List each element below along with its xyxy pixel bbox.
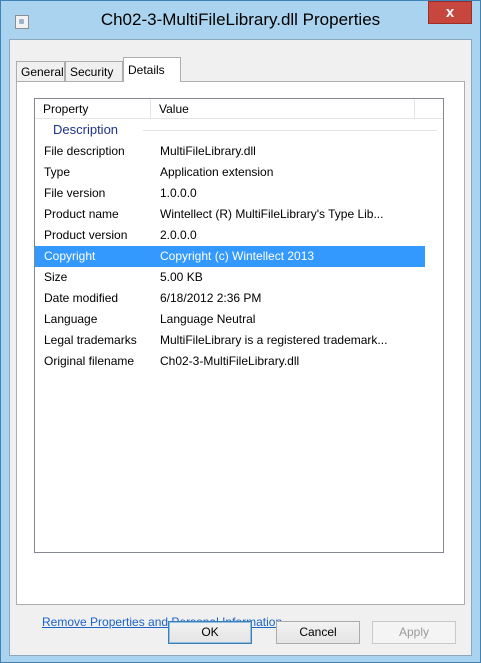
cancel-button[interactable]: Cancel (276, 621, 360, 644)
window-title: Ch02-3-MultiFileLibrary.dll Properties (100, 10, 381, 29)
list-row[interactable]: Product name Wintellect (R) MultiFileLib… (35, 204, 425, 225)
property-name: File version (44, 186, 106, 200)
property-value: Application extension (160, 165, 274, 179)
ok-button[interactable]: OK (168, 621, 252, 644)
group-label: Description (53, 122, 119, 137)
property-value: Language Neutral (160, 312, 256, 326)
properties-dialog: Ch02-3-MultiFileLibrary.dll Properties x… (0, 0, 481, 663)
list-header: Property Value (35, 99, 443, 119)
property-name: File description (44, 144, 125, 158)
property-value: 1.0.0.0 (160, 186, 197, 200)
list-row[interactable]: Original filename Ch02-3-MultiFileLibrar… (35, 351, 425, 372)
property-value: Wintellect (R) MultiFileLibrary's Type L… (160, 207, 384, 221)
details-list[interactable]: Property Value Description File descript… (34, 98, 444, 553)
tab-general[interactable]: General (16, 61, 65, 81)
property-name: Size (44, 270, 68, 284)
property-value: 5.00 KB (160, 270, 203, 284)
column-header-filler (415, 99, 443, 119)
details-panel: Property Value Description File descript… (16, 81, 465, 629)
property-value: Ch02-3-MultiFileLibrary.dll (160, 354, 300, 368)
list-row-selected[interactable]: Copyright Copyright (c) Wintellect 2013 (35, 246, 425, 267)
list-row[interactable]: Legal trademarks MultiFileLibrary is a r… (35, 330, 425, 351)
property-value: MultiFileLibrary.dll (160, 144, 256, 158)
property-name: Copyright (44, 249, 96, 263)
list-row[interactable]: Date modified 6/18/2012 2:36 PM (35, 288, 425, 309)
list-row[interactable]: Size 5.00 KB (35, 267, 425, 288)
apply-button[interactable]: Apply (372, 621, 456, 644)
group-header-description[interactable]: Description (35, 119, 443, 139)
property-value: Copyright (c) Wintellect 2013 (160, 249, 315, 263)
column-header-value[interactable]: Value (151, 99, 415, 119)
property-value: 6/18/2012 2:36 PM (160, 291, 262, 305)
list-row[interactable]: File version 1.0.0.0 (35, 183, 425, 204)
property-value: MultiFileLibrary is a registered tradema… (160, 333, 388, 347)
list-row[interactable]: Type Application extension (35, 162, 425, 183)
property-name: Legal trademarks (44, 333, 137, 347)
property-name: Date modified (44, 291, 119, 305)
property-name: Language (44, 312, 98, 326)
tab-details[interactable]: Details (123, 57, 181, 82)
list-row[interactable]: Product version 2.0.0.0 (35, 225, 425, 246)
dialog-client-area: General Security Details Property Value … (9, 39, 472, 656)
close-button[interactable]: x (428, 1, 472, 24)
column-header-property[interactable]: Property (35, 99, 151, 119)
tab-security[interactable]: Security (65, 61, 123, 81)
property-name: Type (44, 165, 71, 179)
group-divider (143, 130, 437, 131)
property-name: Product name (44, 207, 119, 221)
title-bar[interactable]: Ch02-3-MultiFileLibrary.dll Properties x (1, 1, 480, 39)
property-name: Product version (44, 228, 128, 242)
property-name: Original filename (44, 354, 135, 368)
list-row[interactable]: File description MultiFileLibrary.dll (35, 141, 425, 162)
list-row[interactable]: Language Language Neutral (35, 309, 425, 330)
property-value: 2.0.0.0 (160, 228, 197, 242)
